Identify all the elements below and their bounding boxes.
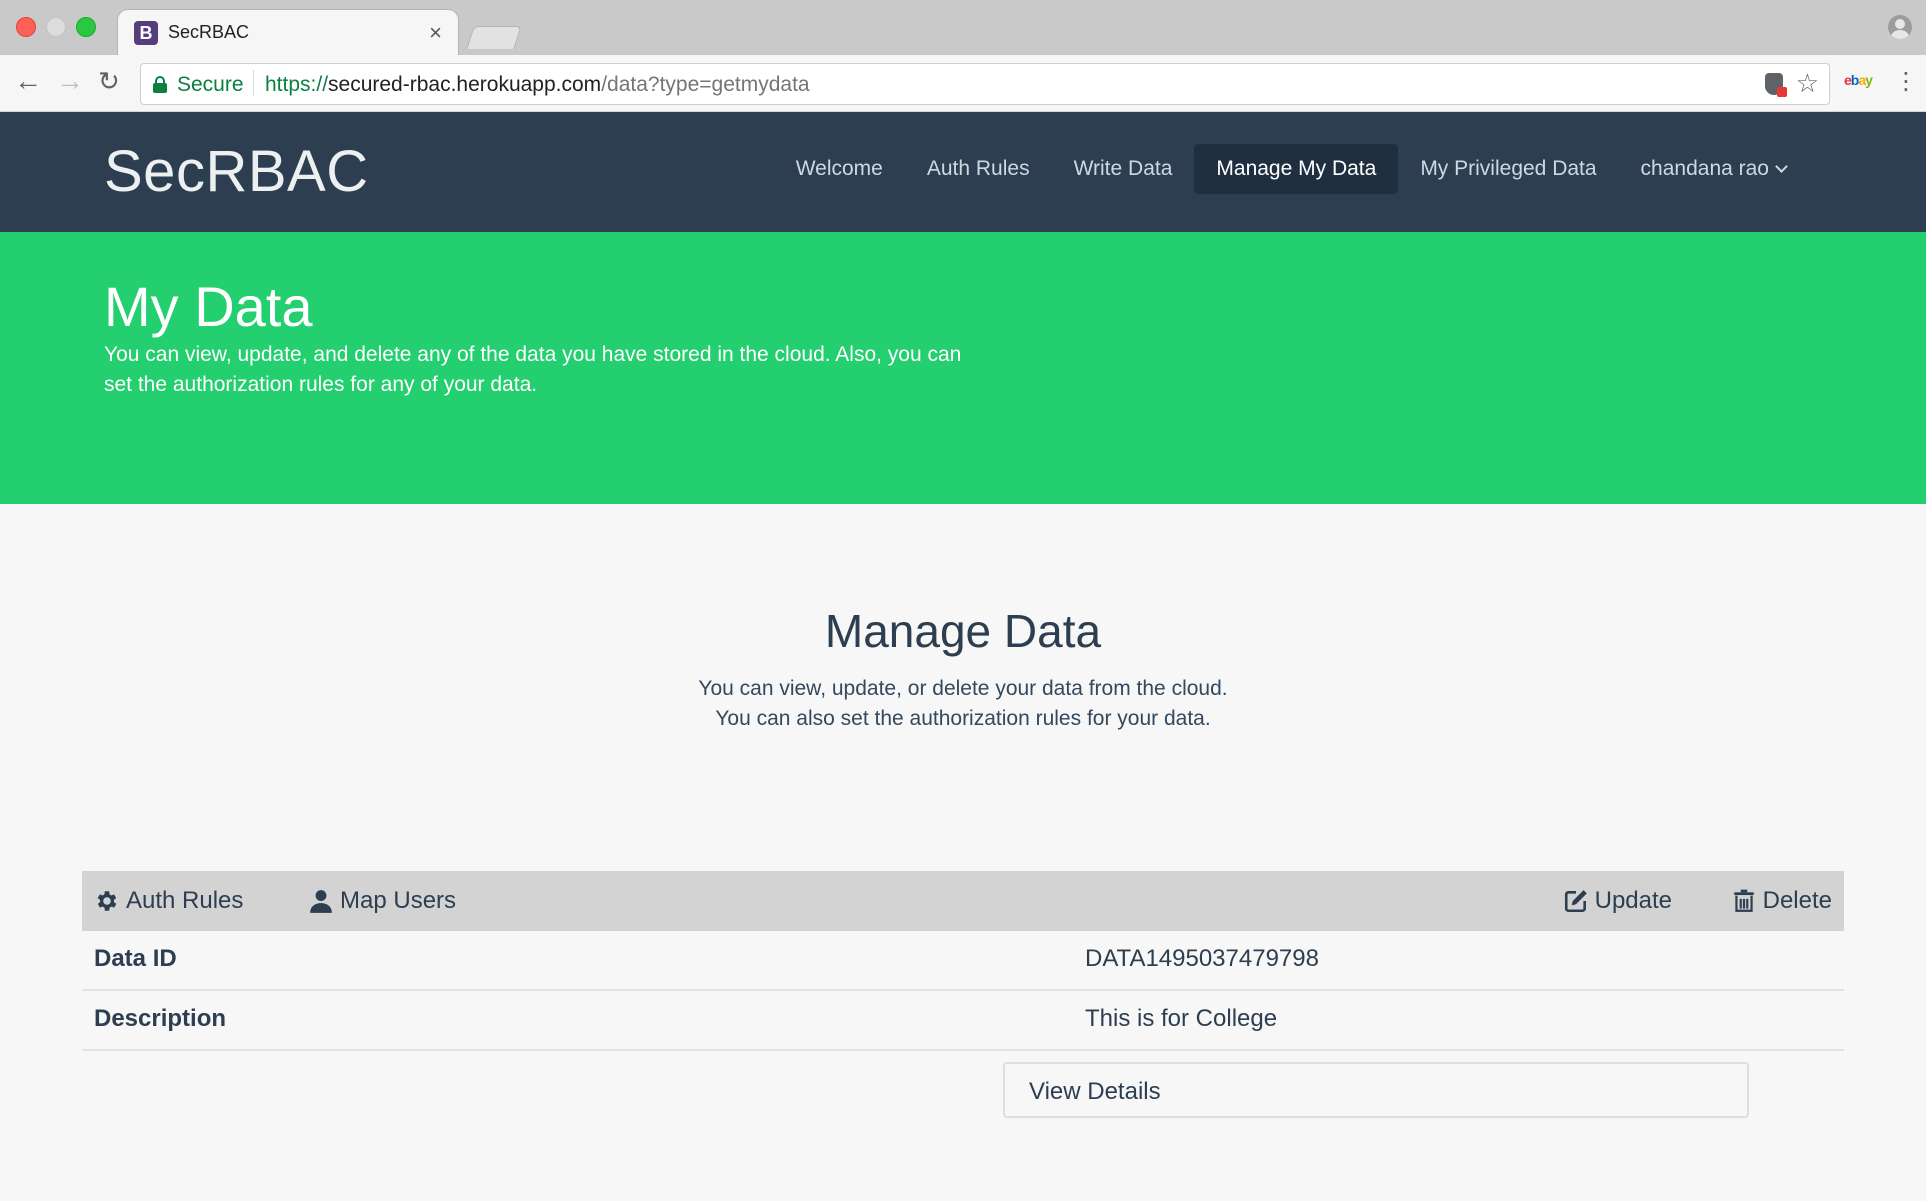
section-title: Manage Data — [824, 605, 1102, 657]
description-row: Description This is for College — [82, 991, 1844, 1051]
map-users-button[interactable]: Map Users — [308, 871, 456, 931]
section-description: You can view, update, or delete your dat… — [0, 674, 1926, 734]
url-host: secured-rbac.herokuapp.com — [328, 73, 602, 96]
nav-item-auth-rules[interactable]: Auth Rules — [905, 144, 1052, 194]
secure-label: Secure — [177, 73, 244, 96]
bootstrap-favicon-icon: B — [134, 21, 158, 45]
delete-label: Delete — [1762, 887, 1832, 914]
description-value: This is for College — [1085, 1005, 1278, 1032]
browser-toolbar: ← → ↻ Secure https://secured-rbac.heroku… — [0, 55, 1926, 112]
back-arrow-icon[interactable]: ← — [14, 65, 42, 97]
nav-menu: Welcome Auth Rules Write Data Manage My … — [774, 144, 1808, 194]
reload-icon[interactable]: ↻ — [98, 65, 120, 97]
user-menu-dropdown[interactable]: chandana rao — [1619, 144, 1808, 194]
data-id-row: Data ID DATA1495037479798 — [82, 931, 1844, 991]
gear-icon — [97, 891, 117, 911]
chevron-down-icon — [1775, 160, 1788, 173]
nav-item-welcome[interactable]: Welcome — [774, 144, 905, 194]
hero-description: You can view, update, and delete any of … — [104, 343, 962, 396]
url-path: /data?type=getmydata — [601, 73, 810, 96]
address-bar[interactable]: Secure https://secured-rbac.herokuapp.co… — [140, 63, 1830, 105]
browser-menu-icon[interactable]: ⋮ — [1894, 67, 1918, 97]
url-text[interactable]: https://secured-rbac.herokuapp.com/data?… — [265, 73, 810, 97]
data-action-bar: Auth Rules Map Users Update Delete — [82, 871, 1844, 931]
edit-icon — [1564, 890, 1587, 913]
forward-arrow-icon[interactable]: → — [56, 65, 84, 97]
section-description-line-1: You can view, update, or delete your dat… — [698, 677, 1228, 700]
brand-logo[interactable]: SecRBAC — [104, 138, 369, 205]
user-icon — [310, 890, 332, 913]
profile-icon[interactable] — [1888, 15, 1912, 39]
map-users-label: Map Users — [340, 887, 457, 914]
url-scheme: https:// — [265, 73, 329, 96]
data-panel: Auth Rules Map Users Update Delete Data … — [82, 871, 1844, 1051]
url-divider — [253, 70, 254, 96]
update-button[interactable]: Update — [1563, 871, 1672, 931]
browser-tab[interactable]: B SecRBAC × — [118, 10, 458, 55]
tab-title: SecRBAC — [168, 22, 250, 42]
delete-button[interactable]: Delete — [1731, 871, 1832, 931]
nav-item-manage-my-data[interactable]: Manage My Data — [1194, 144, 1399, 194]
auth-rules-button[interactable]: Auth Rules — [94, 871, 243, 931]
browser-tab-bar: B SecRBAC × — [0, 0, 1926, 55]
data-id-value: DATA1495037479798 — [1085, 945, 1319, 972]
section-description-line-2: You can also set the authorization rules… — [715, 707, 1211, 730]
hero-banner: My Data You can view, update, and delete… — [0, 232, 1926, 504]
nav-item-my-privileged-data[interactable]: My Privileged Data — [1398, 144, 1618, 194]
page-title: My Data — [104, 275, 313, 338]
new-tab-button[interactable] — [466, 26, 522, 49]
ebay-extension-icon[interactable]: ebay — [1844, 72, 1873, 88]
user-name: chandana rao — [1640, 157, 1769, 180]
nav-item-write-data[interactable]: Write Data — [1052, 144, 1195, 194]
lock-icon — [153, 76, 167, 93]
trash-icon — [1733, 889, 1754, 912]
site-navbar: SecRBAC Welcome Auth Rules Write Data Ma… — [0, 112, 1926, 232]
minimize-window-button[interactable] — [46, 17, 66, 37]
auth-rules-label: Auth Rules — [126, 887, 244, 914]
tab-close-icon[interactable]: × — [429, 20, 442, 46]
zoom-window-button[interactable] — [76, 17, 96, 37]
view-details-button[interactable]: View Details — [1003, 1062, 1749, 1118]
data-id-label: Data ID — [94, 945, 177, 972]
bookmark-star-icon[interactable]: ☆ — [1796, 68, 1819, 99]
extension-shield-icon[interactable] — [1765, 73, 1787, 97]
update-label: Update — [1594, 887, 1672, 914]
description-label: Description — [94, 1005, 227, 1032]
close-window-button[interactable] — [16, 17, 36, 37]
